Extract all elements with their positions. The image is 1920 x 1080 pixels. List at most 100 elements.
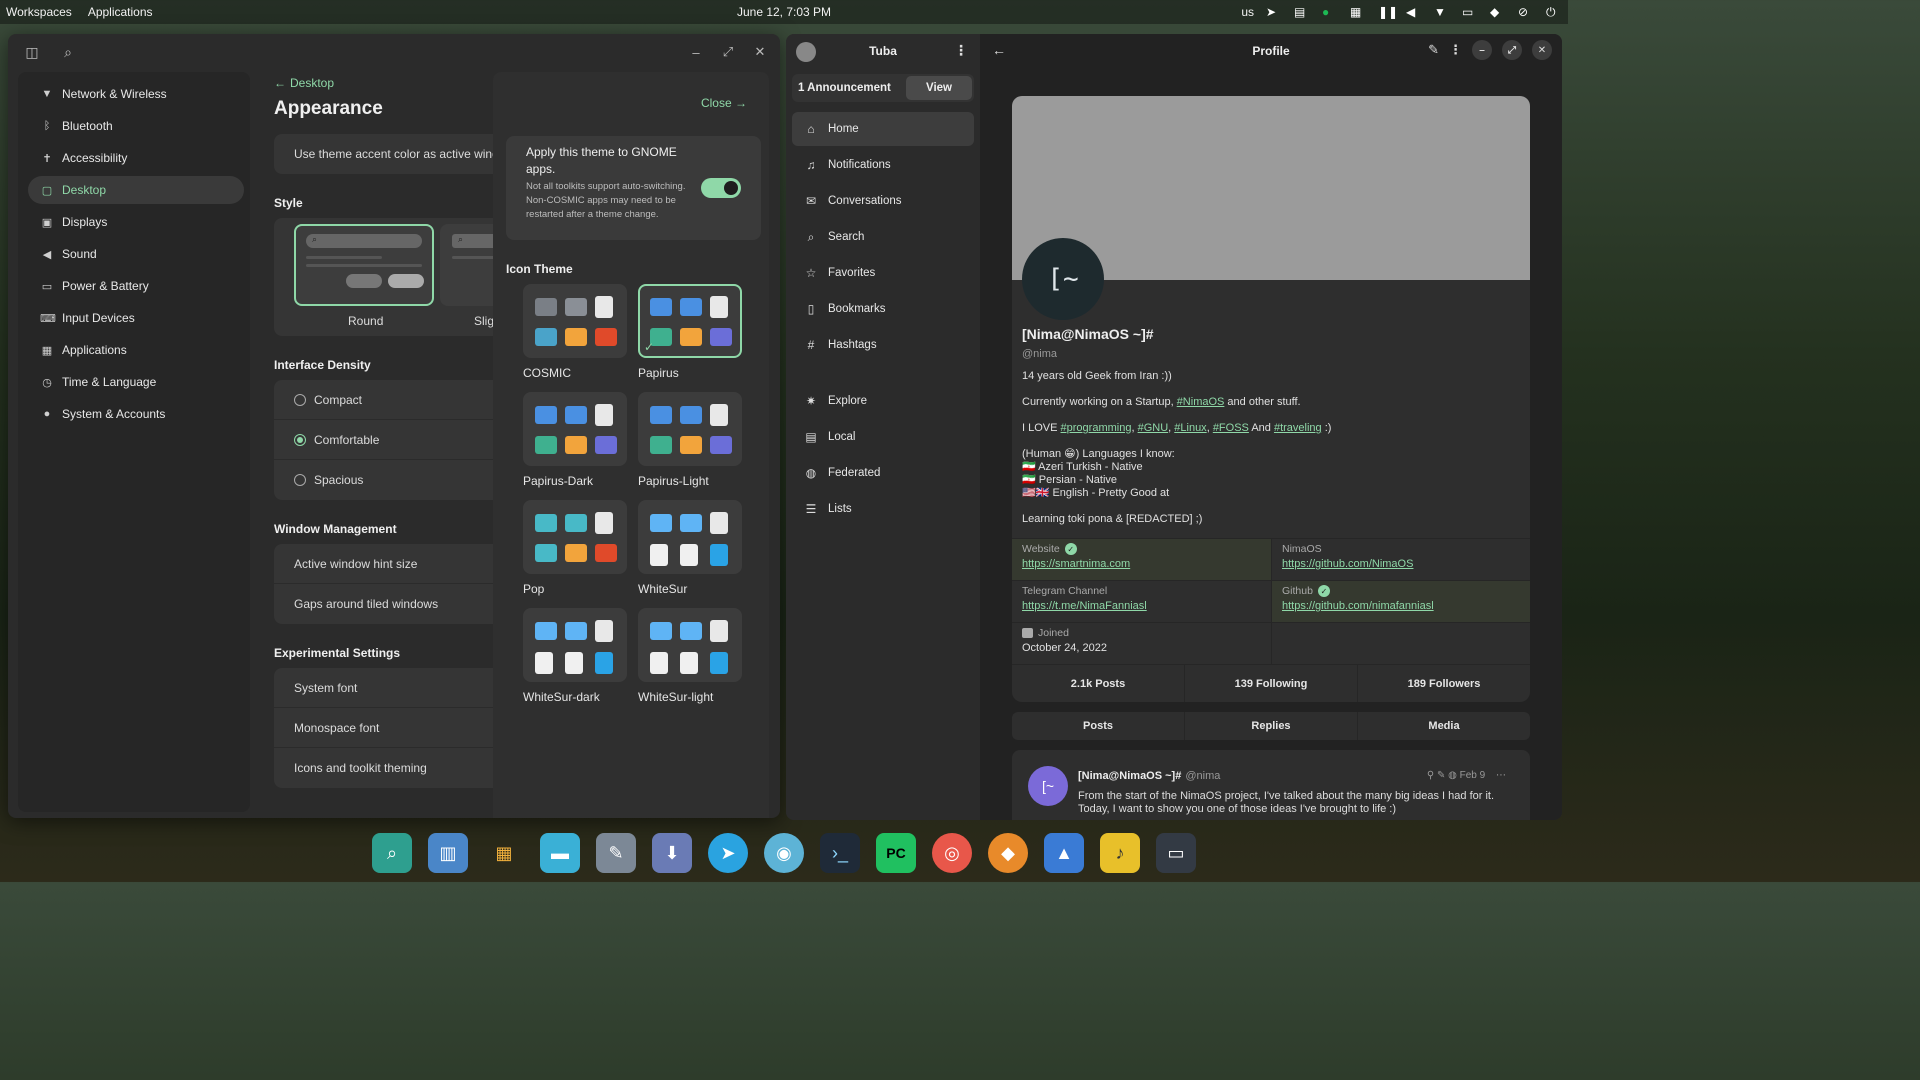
terminal-icon[interactable]: ›_ xyxy=(820,833,860,873)
field-link[interactable]: https://smartnima.com xyxy=(1022,558,1261,570)
target-icon[interactable]: ◎ xyxy=(932,833,972,873)
profile-avatar[interactable]: [~ xyxy=(1022,238,1104,320)
post-card[interactable]: [~ [Nima@NimaOS ~]# @nima ⚲ ✎ ◍ Feb 9 ⋯ F… xyxy=(1012,750,1530,820)
hashtag-link[interactable]: #Linux xyxy=(1174,422,1206,434)
android-studio-icon[interactable]: ▲ xyxy=(1044,833,1084,873)
hashtag-link[interactable]: #traveling xyxy=(1274,422,1322,434)
radio-spacious[interactable] xyxy=(294,474,306,486)
minimize-button[interactable]: – xyxy=(684,40,708,64)
notifications-icon[interactable]: ◆ xyxy=(1490,5,1506,19)
tab-replies[interactable]: Replies xyxy=(1184,712,1357,740)
view-announcement-button[interactable]: View xyxy=(906,76,972,100)
clock[interactable]: June 12, 7:03 PM xyxy=(737,5,831,19)
following-count[interactable]: 139 Following xyxy=(1184,665,1357,702)
pycharm-icon[interactable]: PC xyxy=(876,833,916,873)
nav-notifications[interactable]: ♫ Notifications xyxy=(792,148,974,182)
pause-icon[interactable]: ❚❚ xyxy=(1378,5,1398,19)
sidebar-item-network[interactable]: ▼ Network & Wireless xyxy=(28,80,244,108)
theme-whitesur-light[interactable] xyxy=(638,608,742,682)
bell-off-icon[interactable]: ⊘ xyxy=(1518,5,1534,19)
back-arrow-icon[interactable]: ← xyxy=(992,42,1006,58)
maximize-button[interactable]: ⤢ xyxy=(716,40,740,64)
tab-posts[interactable]: Posts xyxy=(1012,712,1184,740)
search-app-icon[interactable]: ⌕ xyxy=(372,833,412,873)
apply-gnome-toggle[interactable] xyxy=(701,178,741,198)
nav-bookmarks[interactable]: ▯ Bookmarks xyxy=(792,292,974,326)
files-window-icon[interactable]: ▥ xyxy=(428,833,468,873)
density-spacious[interactable]: Spacious xyxy=(274,460,524,500)
tuba-icon[interactable]: ♪ xyxy=(1100,833,1140,873)
style-round-option[interactable]: ⌕ xyxy=(294,224,434,306)
density-comfortable[interactable]: Comfortable xyxy=(274,420,524,460)
screen-icon[interactable]: ▭ xyxy=(1156,833,1196,873)
sidebar-item-desktop[interactable]: ▢ Desktop xyxy=(28,176,244,204)
theme-papirus-dark[interactable] xyxy=(523,392,627,466)
keyboard-layout[interactable]: us xyxy=(1241,5,1254,19)
field-link[interactable]: https://t.me/NimaFanniasl xyxy=(1022,600,1261,612)
theme-papirus[interactable]: ✓ xyxy=(638,284,742,358)
system-font-row[interactable]: System font xyxy=(274,668,524,708)
nav-explore[interactable]: ✷ Explore xyxy=(792,384,974,418)
nav-conversations[interactable]: ✉ Conversations xyxy=(792,184,974,218)
window-icon[interactable]: ▦ xyxy=(1350,5,1366,19)
game-icon[interactable]: ◆ xyxy=(988,833,1028,873)
power-icon[interactable]: ⏻ xyxy=(1546,5,1562,19)
menu-icon[interactable]: ⋮ xyxy=(1449,42,1462,58)
posts-count[interactable]: 2.1k Posts xyxy=(1012,665,1184,702)
theme-pop[interactable] xyxy=(523,500,627,574)
more-icon[interactable]: ⋯ xyxy=(1496,770,1506,781)
icons-theming-row[interactable]: Icons and toolkit theming xyxy=(274,748,524,788)
density-compact[interactable]: Compact xyxy=(274,380,524,420)
hashtag-link[interactable]: #NimaOS xyxy=(1177,396,1225,408)
volume-icon[interactable]: ◀ xyxy=(1406,5,1422,19)
sidebar-item-displays[interactable]: ▣ Displays xyxy=(28,208,244,236)
battery-icon[interactable]: ▭ xyxy=(1462,5,1478,19)
hashtag-link[interactable]: #FOSS xyxy=(1213,422,1249,434)
tab-media[interactable]: Media xyxy=(1357,712,1530,740)
tweaks-icon[interactable]: ◉ xyxy=(764,833,804,873)
applications-button[interactable]: Applications xyxy=(88,5,153,19)
app-grid-icon[interactable]: ▦ xyxy=(484,833,524,873)
hashtag-link[interactable]: #GNU xyxy=(1138,422,1169,434)
hint-size-row[interactable]: Active window hint size xyxy=(274,544,524,584)
close-panel-button[interactable]: Close → xyxy=(701,96,747,110)
nav-local[interactable]: ▤ Local xyxy=(792,420,974,454)
post-avatar[interactable]: [~ xyxy=(1028,766,1068,806)
field-link[interactable]: https://github.com/nimafanniasl xyxy=(1282,600,1520,612)
wifi-icon[interactable]: ▼ xyxy=(1434,5,1450,19)
theme-whitesur-dark[interactable] xyxy=(523,608,627,682)
sidebar-item-power[interactable]: ▭ Power & Battery xyxy=(28,272,244,300)
sidebar-item-sound[interactable]: ◀ Sound xyxy=(28,240,244,268)
sidebar-item-accessibility[interactable]: ✝ Accessibility xyxy=(28,144,244,172)
account-avatar[interactable] xyxy=(796,42,816,62)
theme-cosmic[interactable] xyxy=(523,284,627,358)
theme-papirus-light[interactable] xyxy=(638,392,742,466)
nav-search[interactable]: ⌕ Search xyxy=(792,220,974,254)
nav-favorites[interactable]: ☆ Favorites xyxy=(792,256,974,290)
telegram-icon[interactable]: ➤ xyxy=(1266,5,1282,19)
accent-row[interactable]: Use theme accent color as active windo xyxy=(274,134,524,174)
workspaces-button[interactable]: Workspaces xyxy=(6,5,72,19)
monospace-font-row[interactable]: Monospace font xyxy=(274,708,524,748)
sidebar-item-input[interactable]: ⌨ Input Devices xyxy=(28,304,244,332)
app-icon[interactable]: ▤ xyxy=(1294,5,1310,19)
nav-federated[interactable]: ◍ Federated xyxy=(792,456,974,490)
followers-count[interactable]: 189 Followers xyxy=(1357,665,1530,702)
spotify-icon[interactable]: ● xyxy=(1322,5,1338,19)
close-button[interactable]: ✕ xyxy=(748,40,772,64)
menu-icon[interactable]: ⋮ xyxy=(954,42,968,59)
store-icon[interactable]: ⬇ xyxy=(652,833,692,873)
theme-whitesur[interactable] xyxy=(638,500,742,574)
sidebar-toggle-icon[interactable]: ◫ xyxy=(20,40,44,64)
minimize-button[interactable]: – xyxy=(1472,40,1492,60)
radio-compact[interactable] xyxy=(294,393,306,406)
nav-hashtags[interactable]: # Hashtags xyxy=(792,328,974,362)
close-button[interactable]: ✕ xyxy=(1532,40,1552,60)
sidebar-item-bluetooth[interactable]: ᛒ Bluetooth xyxy=(28,112,244,140)
folder-icon[interactable]: ▬ xyxy=(540,833,580,873)
radio-comfortable[interactable] xyxy=(294,433,306,446)
sidebar-item-system[interactable]: ● System & Accounts xyxy=(28,400,244,428)
sidebar-item-applications[interactable]: ▦ Applications xyxy=(28,336,244,364)
hashtag-link[interactable]: #programming xyxy=(1061,422,1132,434)
text-editor-icon[interactable]: ✎ xyxy=(596,833,636,873)
